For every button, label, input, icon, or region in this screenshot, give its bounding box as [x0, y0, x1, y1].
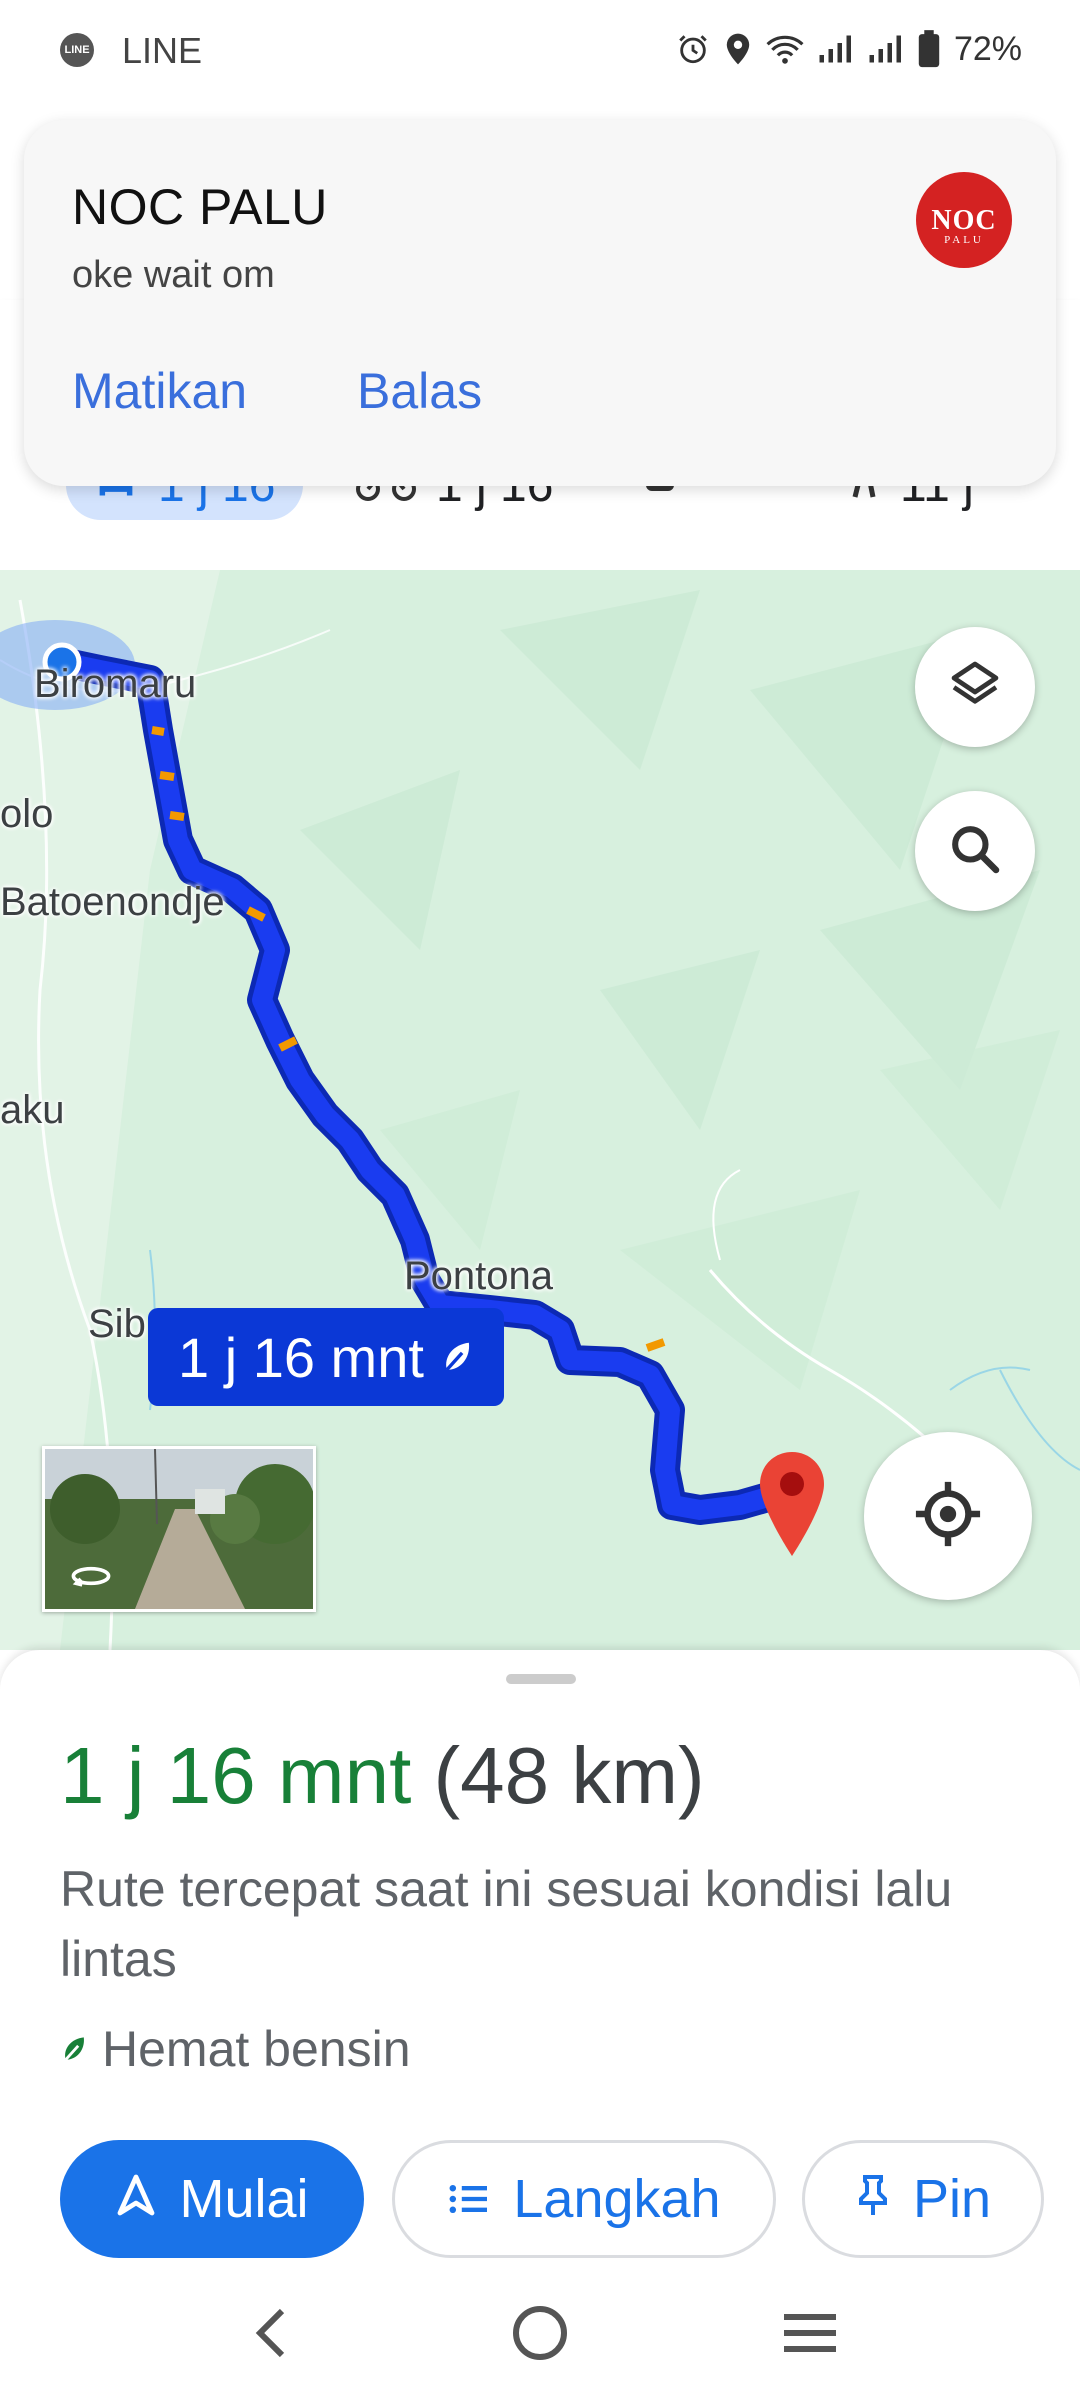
- line-notification-card[interactable]: NOC PALU oke wait om Matikan Balas NOC P…: [24, 120, 1056, 486]
- route-duration: 1 j 16 mnt: [60, 1731, 412, 1820]
- route-distance: (48 km): [433, 1731, 705, 1820]
- system-navigation-bar: [0, 2270, 1080, 2400]
- logo-text: NOC: [931, 205, 997, 236]
- menu-icon: [780, 2311, 840, 2360]
- my-location-icon: [913, 1479, 983, 1554]
- steps-label: Langkah: [513, 2169, 721, 2229]
- mute-button[interactable]: Matikan: [72, 362, 247, 420]
- map-label-batoenondje: Batoenondje: [0, 880, 225, 924]
- signal-icon: [818, 33, 854, 65]
- home-icon: [510, 2303, 570, 2368]
- route-time-label: 1 j 16 mnt: [178, 1325, 424, 1389]
- leaf-icon: [60, 2020, 88, 2078]
- map-label-biromaru: Biromaru: [34, 662, 197, 706]
- signal-icon-2: [868, 33, 904, 65]
- recent-apps-button[interactable]: [760, 2290, 860, 2380]
- line-app-icon: LINE: [60, 33, 94, 67]
- 360-rotate-icon: [69, 1561, 113, 1596]
- street-view-thumbnail[interactable]: [42, 1446, 316, 1612]
- logo-subtext: PALU: [944, 234, 984, 246]
- back-icon: [250, 2305, 290, 2366]
- pin-label: Pin: [912, 2169, 992, 2229]
- map-label-pontona: Pontona: [404, 1254, 554, 1298]
- pin-icon: [855, 2168, 891, 2230]
- map-view[interactable]: Biromaru olo Batoenondje aku Pontona Sib…: [0, 570, 1080, 1650]
- eco-label: Hemat bensin: [102, 2021, 411, 2077]
- list-icon: [447, 2168, 491, 2230]
- route-duration-line: 1 j 16 mnt (48 km): [60, 1730, 705, 1822]
- route-description: Rute tercepat saat ini sesuai kondisi la…: [60, 1861, 953, 1987]
- home-button[interactable]: [490, 2290, 590, 2380]
- reply-button[interactable]: Balas: [357, 362, 482, 420]
- map-label-aku: aku: [0, 1088, 65, 1132]
- layers-button[interactable]: [915, 627, 1035, 747]
- search-icon: [947, 821, 1003, 882]
- map-label-olo: olo: [0, 792, 54, 836]
- battery-icon: [918, 30, 940, 68]
- sheet-drag-handle[interactable]: [506, 1674, 576, 1684]
- battery-percent: 72%: [953, 29, 1022, 68]
- search-button[interactable]: [915, 791, 1035, 911]
- back-button[interactable]: [220, 2290, 320, 2380]
- status-bar: LINE LINE 72%: [0, 0, 1080, 100]
- notification-message: oke wait om: [72, 254, 275, 296]
- steps-button[interactable]: Langkah: [392, 2140, 776, 2258]
- wifi-icon: [766, 33, 804, 65]
- start-label: Mulai: [179, 2169, 309, 2229]
- start-navigation-button[interactable]: Mulai: [60, 2140, 364, 2258]
- pin-button[interactable]: Pin: [802, 2140, 1044, 2258]
- route-details-sheet: 1 j 16 mnt (48 km) Rute tercepat saat in…: [0, 1650, 1080, 2270]
- destination-pin-icon[interactable]: [758, 1450, 826, 1565]
- map-label-sib: Sib: [88, 1302, 146, 1346]
- route-time-bubble[interactable]: 1 j 16 mnt: [148, 1308, 504, 1406]
- notification-app-name: LINE: [122, 30, 203, 71]
- alarm-icon: [676, 32, 710, 66]
- status-icons: 72%: [676, 26, 1022, 72]
- navigation-arrow-icon: [115, 2168, 157, 2230]
- notification-title: NOC PALU: [72, 179, 328, 235]
- my-location-button[interactable]: [864, 1432, 1032, 1600]
- eco-friendly-row: Hemat bensin: [60, 2020, 411, 2078]
- location-icon: [724, 32, 752, 66]
- leaf-icon: [440, 1325, 474, 1390]
- noc-palu-logo: NOC PALU: [916, 172, 1012, 268]
- layers-icon: [947, 657, 1003, 718]
